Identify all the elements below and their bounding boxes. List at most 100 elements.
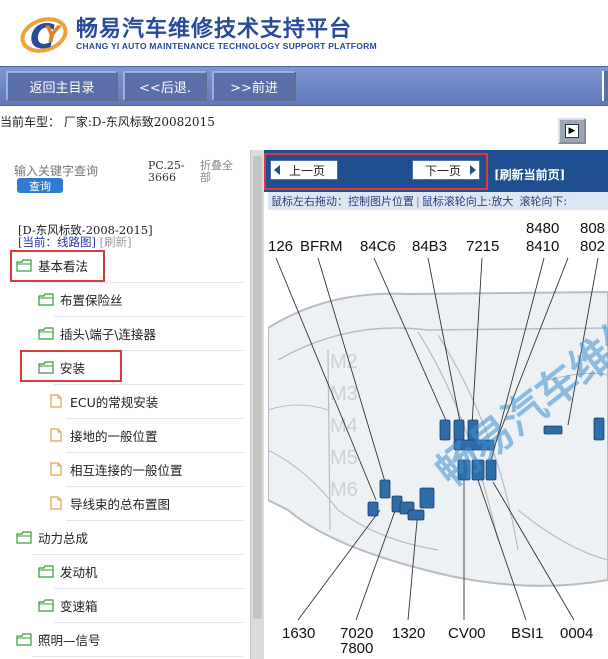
tree-refresh-link[interactable]: [刷新] xyxy=(100,235,132,249)
tree-separator xyxy=(54,588,244,589)
tree-item-label: 布置保险丝 xyxy=(60,292,123,308)
tree-separator xyxy=(66,452,244,453)
connector-label: CV00 xyxy=(448,625,486,642)
component-marker xyxy=(379,479,391,499)
svg-text:Y: Y xyxy=(44,23,62,48)
hint-separator: | xyxy=(416,194,420,208)
tree-separator xyxy=(66,520,244,521)
component-marker xyxy=(439,419,451,441)
tree-item-label: 照明—信号 xyxy=(38,632,101,648)
component-marker xyxy=(407,509,425,521)
current-vehicle-label: 当前车型： 厂家:D-东风标致20082015 xyxy=(0,115,215,129)
app-header: C Y 畅易汽车维修技术支持平台 CHANG YI AUTO MAINTENAN… xyxy=(0,0,608,66)
tree-item-label: 发动机 xyxy=(60,564,98,580)
connector-label: 0004 xyxy=(560,625,593,642)
tree-item[interactable]: 导线束的总布置图 xyxy=(50,492,170,514)
component-marker xyxy=(543,425,563,435)
folder-icon xyxy=(38,326,54,340)
folder-icon xyxy=(38,564,54,578)
document-icon xyxy=(50,394,62,408)
connector-label: 808 xyxy=(580,220,605,237)
connector-label: 7215 xyxy=(466,238,499,255)
top-labels: 126 BFRM 84C6 84B3 7215 84808410 808802 xyxy=(268,220,605,255)
hint-bar: 鼠标左右拖动：控制图片位置 | 鼠标滚轮向上:放大 滚轮向下: xyxy=(268,192,608,210)
hint-zoom-up: 鼠标滚轮向上:放大 xyxy=(421,195,514,208)
app-subtitle: CHANG YI AUTO MAINTENANCE TECHNOLOGY SUP… xyxy=(76,41,377,51)
component-marker xyxy=(419,487,435,509)
forward-button[interactable]: >>前进 xyxy=(212,71,296,101)
tree-item[interactable]: 变速箱 xyxy=(38,594,98,616)
connector-label: 8480 xyxy=(526,220,559,237)
back-button[interactable]: <<后退. xyxy=(123,71,207,101)
connector-label: 1320 xyxy=(392,625,425,642)
home-button[interactable]: 返回主目录 xyxy=(6,71,118,101)
diagram-panel: 上一页 下一页 [刷新当前页] 鼠标左右拖动：控制图片位置 | 鼠标滚轮向上:放… xyxy=(264,150,608,659)
panel-toggle-button[interactable]: ▶ xyxy=(558,118,586,144)
nav-end-block xyxy=(602,71,608,101)
tree-separator xyxy=(66,486,244,487)
connector-label: 126 xyxy=(268,238,293,255)
highlight-pager xyxy=(264,153,488,190)
search-button[interactable]: 查询 xyxy=(17,178,63,193)
connector-label: 802 xyxy=(580,238,605,255)
app-title: 畅易汽车维修技术支持平台 xyxy=(76,17,353,42)
wiring-location-diagram[interactable]: M2 M3 M4 M5 M6 126 BFRM 84C6 84B3 7215 84808410 80… xyxy=(268,210,608,659)
tree-separator xyxy=(32,656,244,657)
tree-current-line: [当前：线路图] [刷新] xyxy=(18,234,132,250)
expand-icon: ▶ xyxy=(565,124,579,138)
zone-label: M4 xyxy=(330,415,358,437)
tree-item[interactable]: 发动机 xyxy=(38,560,98,582)
tree-separator xyxy=(54,622,244,623)
main-navbar: 返回主目录 <<后退. >>前进 xyxy=(0,66,608,106)
bottom-labels: 1630 702078001320 CV00 BSI1 0004 xyxy=(282,625,593,657)
hint-drag: 鼠标左右拖动：控制图片位置 xyxy=(271,195,414,208)
highlight-install xyxy=(20,350,122,382)
zone-label: M3 xyxy=(330,383,358,405)
pager-bar: 上一页 下一页 [刷新当前页] xyxy=(264,150,608,192)
tree-separator xyxy=(66,418,244,419)
tree-separator xyxy=(32,282,244,283)
tree-item-label: 相互连接的一般位置 xyxy=(70,462,183,478)
tree-separator xyxy=(54,316,244,317)
tree-item-label: 变速箱 xyxy=(60,598,98,614)
connector-label: 7800 xyxy=(340,640,373,657)
document-icon xyxy=(50,428,62,442)
zone-label: M6 xyxy=(330,479,358,501)
vehicle-bar: 当前车型： 厂家:D-东风标致20082015 ▶ xyxy=(0,107,608,149)
tree-item[interactable]: 相互连接的一般位置 xyxy=(50,458,183,480)
tree-item[interactable]: 布置保险丝 xyxy=(38,288,123,310)
tree-item-label: 导线束的总布置图 xyxy=(70,496,171,512)
folder-icon xyxy=(16,530,32,544)
connector-label: 8410 xyxy=(526,238,559,255)
tree-panel: 查询 PC.25-3666 折叠全部 [D-东风标致-2008-2015] [当… xyxy=(0,150,250,659)
tree-scrollbar[interactable] xyxy=(250,150,264,659)
document-icon xyxy=(50,462,62,476)
pc-code-label: PC.25-3666 xyxy=(148,159,185,184)
refresh-page-link[interactable]: [刷新当前页] xyxy=(494,166,565,183)
tree-item[interactable]: ECU的常规安装 xyxy=(50,390,158,412)
connector-label: BFRM xyxy=(300,238,343,255)
tree-item[interactable]: 插头\端子\连接器 xyxy=(38,322,156,344)
connector-label: 84B3 xyxy=(412,238,447,255)
connector-label: 84C6 xyxy=(360,238,396,255)
tree-separator xyxy=(54,384,244,385)
tree-scrollbar-thumb[interactable] xyxy=(253,156,262,619)
component-marker xyxy=(593,417,605,441)
connector-label: 1630 xyxy=(282,625,315,642)
tree-separator xyxy=(32,554,244,555)
tree-item[interactable]: 照明—信号 xyxy=(16,628,101,650)
hint-zoom-down: 滚轮向下: xyxy=(519,195,568,208)
tree-item-label: 插头\端子\连接器 xyxy=(60,326,156,342)
zone-label: M2 xyxy=(330,351,358,373)
tree-item-label: 接地的一般位置 xyxy=(70,428,158,444)
tree-item-label: ECU的常规安装 xyxy=(70,394,159,410)
highlight-basic-view xyxy=(10,250,105,282)
zone-label: M5 xyxy=(330,447,358,469)
tree-item[interactable]: 动力总成 xyxy=(16,526,88,548)
folder-icon xyxy=(38,598,54,612)
current-view-label: [当前：线路图] xyxy=(18,235,96,249)
car-outline xyxy=(268,290,608,587)
collapse-all-link[interactable]: 折叠全部 xyxy=(200,160,240,184)
tree-item[interactable]: 接地的一般位置 xyxy=(50,424,158,446)
folder-icon xyxy=(38,292,54,306)
